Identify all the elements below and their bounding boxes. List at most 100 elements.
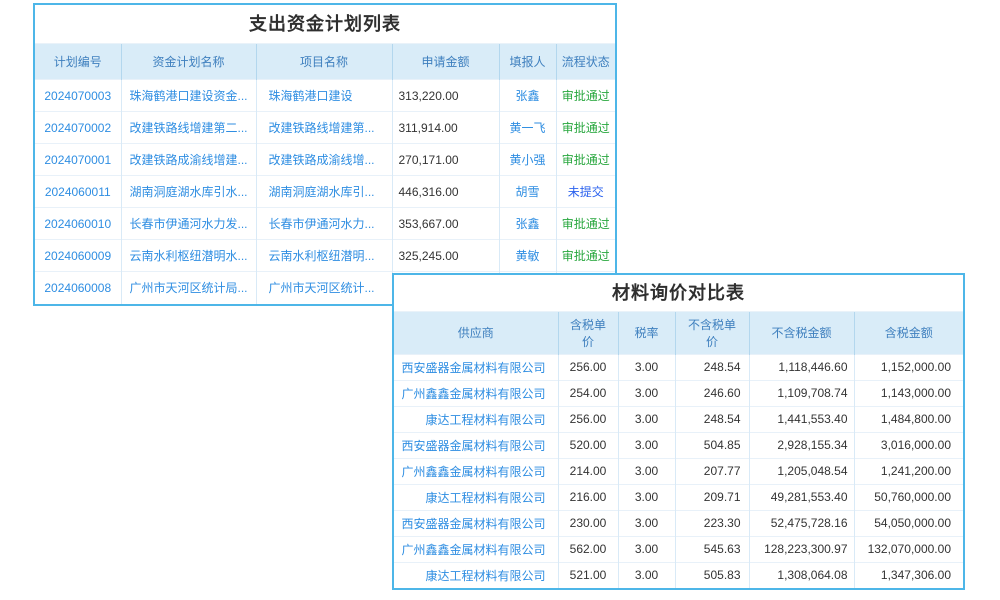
- plan-id-link[interactable]: 2024060010: [35, 208, 121, 240]
- flow-status: 审批通过: [556, 112, 615, 144]
- price-with-tax: 256.00: [558, 354, 618, 380]
- tax-rate: 3.00: [618, 536, 675, 562]
- request-amount: 270,171.00: [392, 144, 499, 176]
- amount-with-tax: 1,143,000.00: [854, 380, 963, 406]
- expense-fund-plan-table: 计划编号 资金计划名称 项目名称 申请金额 填报人 流程状态 202407000…: [35, 44, 615, 304]
- price-without-tax: 209.71: [675, 484, 749, 510]
- project-name-link[interactable]: 广州市天河区统计...: [256, 272, 392, 304]
- amount-without-tax: 1,308,064.08: [749, 562, 854, 588]
- price-without-tax: 248.54: [675, 354, 749, 380]
- project-name-link[interactable]: 珠海鹤港口建设: [256, 80, 392, 112]
- project-name-link[interactable]: 改建铁路成渝线增...: [256, 144, 392, 176]
- expense-fund-plan-title: 支出资金计划列表: [35, 5, 615, 44]
- fund-plan-name-link[interactable]: 湖南洞庭湖水库引水...: [121, 176, 256, 208]
- fund-plan-name-link[interactable]: 长春市伊通河水力发...: [121, 208, 256, 240]
- plan-id-link[interactable]: 2024060011: [35, 176, 121, 208]
- reporter-name: 黄小强: [499, 144, 556, 176]
- supplier-link[interactable]: 广州鑫鑫金属材料有限公司: [394, 536, 558, 562]
- material-inquiry-panel: 材料询价对比表 供应商 含税单价 税率 不含税单价 不含税金额 含税金额 西安盛…: [392, 273, 965, 590]
- supplier-link[interactable]: 广州鑫鑫金属材料有限公司: [394, 380, 558, 406]
- amount-with-tax: 1,152,000.00: [854, 354, 963, 380]
- tax-rate: 3.00: [618, 510, 675, 536]
- supplier-link[interactable]: 康达工程材料有限公司: [394, 562, 558, 588]
- amount-with-tax: 50,760,000.00: [854, 484, 963, 510]
- fund-plan-name-link[interactable]: 广州市天河区统计局...: [121, 272, 256, 304]
- project-name-link[interactable]: 长春市伊通河水力...: [256, 208, 392, 240]
- material-inquiry-table: 供应商 含税单价 税率 不含税单价 不含税金额 含税金额 西安盛器金属材料有限公…: [394, 312, 963, 588]
- expense-plan-row: 2024070003珠海鹤港口建设资金...珠海鹤港口建设313,220.00张…: [35, 80, 615, 112]
- inquiry-row: 西安盛器金属材料有限公司230.003.00223.3052,475,728.1…: [394, 510, 963, 536]
- project-name-link[interactable]: 云南水利枢纽潜明...: [256, 240, 392, 272]
- inquiry-row: 西安盛器金属材料有限公司256.003.00248.541,118,446.60…: [394, 354, 963, 380]
- column-header-amount-with-tax: 含税金额: [854, 312, 963, 354]
- request-amount: 311,914.00: [392, 112, 499, 144]
- tax-rate: 3.00: [618, 484, 675, 510]
- supplier-link[interactable]: 西安盛器金属材料有限公司: [394, 432, 558, 458]
- column-header-project-name: 项目名称: [256, 44, 392, 80]
- price-with-tax: 520.00: [558, 432, 618, 458]
- column-header-plan-id: 计划编号: [35, 44, 121, 80]
- flow-status: 未提交: [556, 176, 615, 208]
- amount-with-tax: 1,484,800.00: [854, 406, 963, 432]
- expense-plan-row: 2024070002改建铁路线增建第二...改建铁路线增建第...311,914…: [35, 112, 615, 144]
- supplier-link[interactable]: 康达工程材料有限公司: [394, 484, 558, 510]
- price-with-tax: 254.00: [558, 380, 618, 406]
- price-without-tax: 504.85: [675, 432, 749, 458]
- plan-id-link[interactable]: 2024070002: [35, 112, 121, 144]
- price-with-tax: 230.00: [558, 510, 618, 536]
- column-header-price-with-tax: 含税单价: [558, 312, 618, 354]
- inquiry-row: 康达工程材料有限公司521.003.00505.831,308,064.081,…: [394, 562, 963, 588]
- expense-plan-row: 2024060010长春市伊通河水力发...长春市伊通河水力...353,667…: [35, 208, 615, 240]
- inquiry-row: 康达工程材料有限公司216.003.00209.7149,281,553.405…: [394, 484, 963, 510]
- fund-plan-name-link[interactable]: 珠海鹤港口建设资金...: [121, 80, 256, 112]
- expense-fund-plan-table-header: 计划编号 资金计划名称 项目名称 申请金额 填报人 流程状态: [35, 44, 615, 80]
- project-name-link[interactable]: 改建铁路线增建第...: [256, 112, 392, 144]
- plan-id-link[interactable]: 2024070003: [35, 80, 121, 112]
- column-header-price-without-tax: 不含税单价: [675, 312, 749, 354]
- tax-rate: 3.00: [618, 380, 675, 406]
- tax-rate: 3.00: [618, 458, 675, 484]
- inquiry-row: 西安盛器金属材料有限公司520.003.00504.852,928,155.34…: [394, 432, 963, 458]
- plan-id-link[interactable]: 2024060008: [35, 272, 121, 304]
- request-amount: 446,316.00: [392, 176, 499, 208]
- supplier-link[interactable]: 西安盛器金属材料有限公司: [394, 354, 558, 380]
- price-without-tax: 207.77: [675, 458, 749, 484]
- reporter-name: 黄一飞: [499, 112, 556, 144]
- inquiry-row: 康达工程材料有限公司256.003.00248.541,441,553.401,…: [394, 406, 963, 432]
- flow-status: 审批通过: [556, 240, 615, 272]
- reporter-name: 胡雪: [499, 176, 556, 208]
- column-header-fund-plan-name: 资金计划名称: [121, 44, 256, 80]
- amount-without-tax: 1,441,553.40: [749, 406, 854, 432]
- flow-status: 审批通过: [556, 144, 615, 176]
- amount-with-tax: 1,347,306.00: [854, 562, 963, 588]
- fund-plan-name-link[interactable]: 云南水利枢纽潜明水...: [121, 240, 256, 272]
- plan-id-link[interactable]: 2024070001: [35, 144, 121, 176]
- inquiry-row: 广州鑫鑫金属材料有限公司214.003.00207.771,205,048.54…: [394, 458, 963, 484]
- amount-with-tax: 132,070,000.00: [854, 536, 963, 562]
- amount-without-tax: 2,928,155.34: [749, 432, 854, 458]
- project-name-link[interactable]: 湖南洞庭湖水库引...: [256, 176, 392, 208]
- supplier-link[interactable]: 康达工程材料有限公司: [394, 406, 558, 432]
- amount-without-tax: 52,475,728.16: [749, 510, 854, 536]
- expense-plan-row: 2024060009云南水利枢纽潜明水...云南水利枢纽潜明...325,245…: [35, 240, 615, 272]
- price-without-tax: 505.83: [675, 562, 749, 588]
- price-with-tax: 562.00: [558, 536, 618, 562]
- amount-without-tax: 1,118,446.60: [749, 354, 854, 380]
- column-header-reporter: 填报人: [499, 44, 556, 80]
- column-header-tax-rate: 税率: [618, 312, 675, 354]
- supplier-link[interactable]: 西安盛器金属材料有限公司: [394, 510, 558, 536]
- price-with-tax: 521.00: [558, 562, 618, 588]
- price-with-tax: 214.00: [558, 458, 618, 484]
- request-amount: 325,245.00: [392, 240, 499, 272]
- column-header-flow-status: 流程状态: [556, 44, 615, 80]
- fund-plan-name-link[interactable]: 改建铁路成渝线增建...: [121, 144, 256, 176]
- expense-plan-row: 2024060011湖南洞庭湖水库引水...湖南洞庭湖水库引...446,316…: [35, 176, 615, 208]
- amount-without-tax: 128,223,300.97: [749, 536, 854, 562]
- inquiry-row: 广州鑫鑫金属材料有限公司562.003.00545.63128,223,300.…: [394, 536, 963, 562]
- request-amount: 313,220.00: [392, 80, 499, 112]
- material-inquiry-title: 材料询价对比表: [394, 275, 963, 312]
- fund-plan-name-link[interactable]: 改建铁路线增建第二...: [121, 112, 256, 144]
- material-inquiry-table-header: 供应商 含税单价 税率 不含税单价 不含税金额 含税金额: [394, 312, 963, 354]
- plan-id-link[interactable]: 2024060009: [35, 240, 121, 272]
- supplier-link[interactable]: 广州鑫鑫金属材料有限公司: [394, 458, 558, 484]
